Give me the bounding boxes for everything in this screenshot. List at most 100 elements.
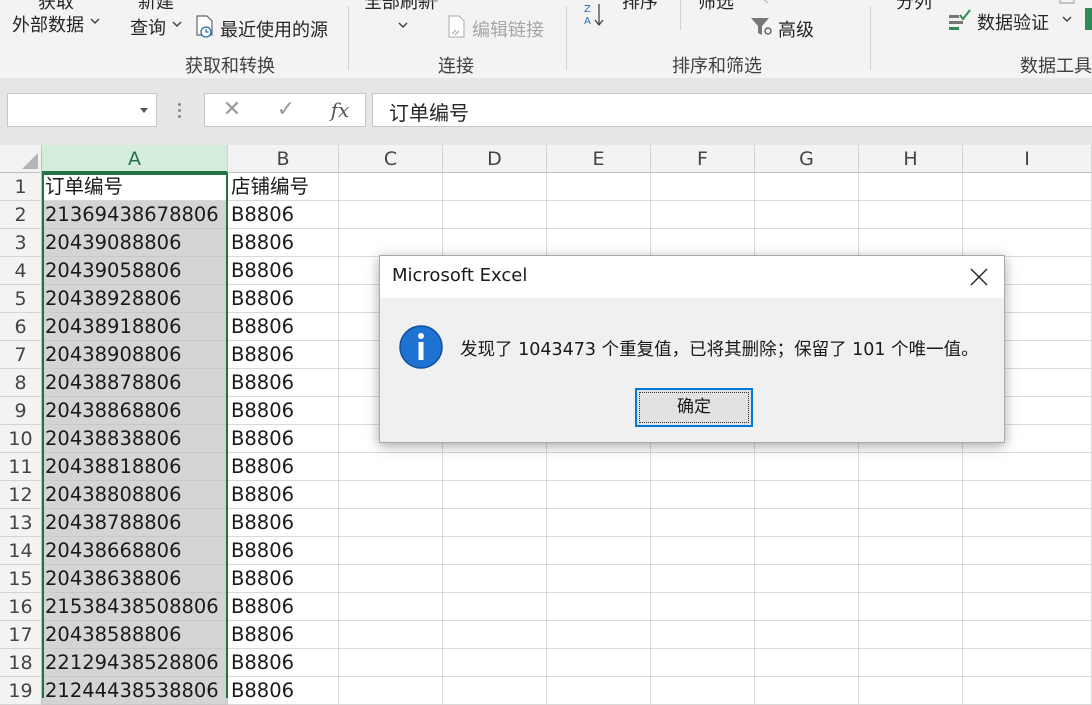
cell-a14[interactable]: 20438668806: [42, 537, 228, 565]
cell-e3[interactable]: [547, 229, 651, 257]
cell-i18[interactable]: [963, 649, 1092, 677]
column-header-f[interactable]: F: [651, 145, 755, 173]
cell-h13[interactable]: [859, 509, 963, 537]
cell-a11[interactable]: 20438818806: [42, 453, 228, 481]
ok-button[interactable]: 确定: [635, 388, 753, 427]
cell-c16[interactable]: [339, 593, 443, 621]
cell-g16[interactable]: [755, 593, 859, 621]
cell-f13[interactable]: [651, 509, 755, 537]
cell-c18[interactable]: [339, 649, 443, 677]
filter-button[interactable]: 筛选: [698, 0, 734, 14]
cell-g1[interactable]: [755, 173, 859, 201]
new-query-button[interactable]: 查询: [130, 14, 166, 40]
cell-g19[interactable]: [755, 677, 859, 705]
column-header-h[interactable]: H: [859, 145, 963, 173]
cell-i17[interactable]: [963, 621, 1092, 649]
cell-f11[interactable]: [651, 453, 755, 481]
cell-i19[interactable]: [963, 677, 1092, 705]
cell-f19[interactable]: [651, 677, 755, 705]
cell-f16[interactable]: [651, 593, 755, 621]
cell-b3[interactable]: B8806: [228, 229, 339, 257]
cell-d17[interactable]: [443, 621, 547, 649]
row-header[interactable]: 17: [0, 621, 42, 649]
cell-d15[interactable]: [443, 565, 547, 593]
cell-a10[interactable]: 20438838806: [42, 425, 228, 453]
cell-b19[interactable]: B8806: [228, 677, 339, 705]
row-header[interactable]: 4: [0, 257, 42, 285]
cell-i13[interactable]: [963, 509, 1092, 537]
cell-g17[interactable]: [755, 621, 859, 649]
cell-c15[interactable]: [339, 565, 443, 593]
cell-d16[interactable]: [443, 593, 547, 621]
cell-d3[interactable]: [443, 229, 547, 257]
cell-e11[interactable]: [547, 453, 651, 481]
select-all-corner[interactable]: [0, 145, 42, 173]
cell-f2[interactable]: [651, 201, 755, 229]
column-header-a[interactable]: A: [42, 145, 228, 173]
cell-a1[interactable]: 订单编号: [42, 173, 228, 201]
cell-h16[interactable]: [859, 593, 963, 621]
dialog-titlebar[interactable]: Microsoft Excel: [380, 256, 1004, 298]
cell-g12[interactable]: [755, 481, 859, 509]
row-header[interactable]: 1: [0, 173, 42, 201]
cell-h15[interactable]: [859, 565, 963, 593]
cell-g18[interactable]: [755, 649, 859, 677]
cell-e18[interactable]: [547, 649, 651, 677]
cell-b12[interactable]: B8806: [228, 481, 339, 509]
cell-i14[interactable]: [963, 537, 1092, 565]
cell-a12[interactable]: 20438808806: [42, 481, 228, 509]
cell-b6[interactable]: B8806: [228, 313, 339, 341]
cell-d12[interactable]: [443, 481, 547, 509]
column-header-d[interactable]: D: [443, 145, 547, 173]
cell-e13[interactable]: [547, 509, 651, 537]
cell-b8[interactable]: B8806: [228, 369, 339, 397]
cell-a9[interactable]: 20438868806: [42, 397, 228, 425]
row-header[interactable]: 12: [0, 481, 42, 509]
chevron-down-icon[interactable]: [140, 108, 148, 113]
cell-a19[interactable]: 21244438538806: [42, 677, 228, 705]
cell-f17[interactable]: [651, 621, 755, 649]
cell-a15[interactable]: 20438638806: [42, 565, 228, 593]
row-header[interactable]: 14: [0, 537, 42, 565]
row-header[interactable]: 8: [0, 369, 42, 397]
column-header-b[interactable]: B: [228, 145, 339, 173]
cell-c14[interactable]: [339, 537, 443, 565]
column-header-g[interactable]: G: [755, 145, 859, 173]
cell-b5[interactable]: B8806: [228, 285, 339, 313]
cell-b2[interactable]: B8806: [228, 201, 339, 229]
cell-h1[interactable]: [859, 173, 963, 201]
name-box[interactable]: [7, 93, 157, 127]
formula-input[interactable]: 订单编号: [372, 93, 1092, 127]
row-header[interactable]: 3: [0, 229, 42, 257]
cell-g3[interactable]: [755, 229, 859, 257]
cell-b9[interactable]: B8806: [228, 397, 339, 425]
cell-d2[interactable]: [443, 201, 547, 229]
cancel-icon[interactable]: ✕: [207, 94, 257, 126]
cell-b10[interactable]: B8806: [228, 425, 339, 453]
cell-c3[interactable]: [339, 229, 443, 257]
cell-b18[interactable]: B8806: [228, 649, 339, 677]
row-header[interactable]: 13: [0, 509, 42, 537]
row-header[interactable]: 9: [0, 397, 42, 425]
row-header[interactable]: 15: [0, 565, 42, 593]
cell-b16[interactable]: B8806: [228, 593, 339, 621]
close-icon[interactable]: [968, 266, 990, 288]
cell-c19[interactable]: [339, 677, 443, 705]
cell-c2[interactable]: [339, 201, 443, 229]
sort-button[interactable]: 排序: [622, 0, 658, 14]
insert-function-button[interactable]: fx: [315, 94, 365, 126]
cell-e12[interactable]: [547, 481, 651, 509]
cell-d13[interactable]: [443, 509, 547, 537]
cell-c1[interactable]: [339, 173, 443, 201]
cell-a2[interactable]: 21369438678806: [42, 201, 228, 229]
row-header[interactable]: 7: [0, 341, 42, 369]
cell-a5[interactable]: 20438928806: [42, 285, 228, 313]
cell-a8[interactable]: 20438878806: [42, 369, 228, 397]
cell-i15[interactable]: [963, 565, 1092, 593]
cell-c11[interactable]: [339, 453, 443, 481]
cell-i3[interactable]: [963, 229, 1092, 257]
cell-e2[interactable]: [547, 201, 651, 229]
cell-g2[interactable]: [755, 201, 859, 229]
cell-b17[interactable]: B8806: [228, 621, 339, 649]
cell-a7[interactable]: 20438908806: [42, 341, 228, 369]
